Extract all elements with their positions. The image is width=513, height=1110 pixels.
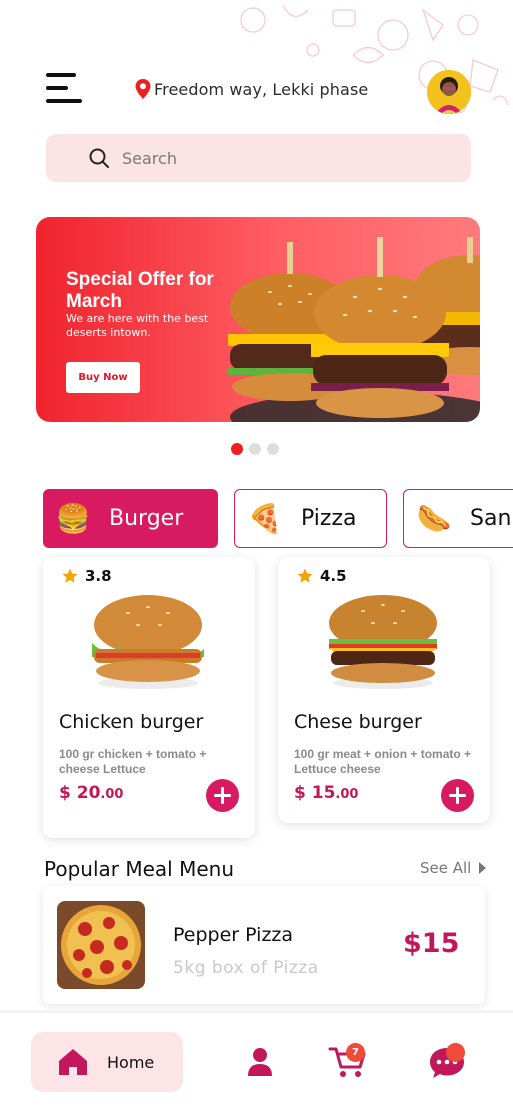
rating: 4.5: [296, 567, 347, 585]
bottom-nav-divider: [0, 1010, 513, 1013]
banner-title: Special Offer for March: [66, 269, 214, 312]
rating-value: 4.5: [320, 567, 347, 585]
location-text: Freedom way, Lekki phase: [154, 79, 369, 99]
banner-subtitle: We are here with the best deserts intown…: [66, 312, 209, 339]
search-input[interactable]: [122, 148, 422, 168]
cart-count-badge: 7: [346, 1043, 365, 1062]
chat-notification-badge: [446, 1043, 465, 1062]
nav-home-label: Home: [107, 1052, 155, 1072]
hamburger-menu-icon: [46, 73, 76, 77]
profile-icon[interactable]: [247, 1047, 273, 1077]
food-price: $ 20.00: [59, 783, 124, 803]
category-burger[interactable]: 🍔 Burger: [43, 489, 218, 548]
carousel-dot[interactable]: [249, 443, 261, 455]
meal-name: Pepper Pizza: [173, 924, 294, 946]
home-icon: [59, 1049, 87, 1075]
food-card[interactable]: 4.5 Chese burger 100 gr meat + onion + t…: [278, 557, 490, 823]
burgers-image: [228, 237, 480, 422]
search-bar[interactable]: [46, 134, 471, 182]
location-selector[interactable]: Freedom way, Lekki phase: [134, 78, 368, 100]
carousel-indicator: [231, 443, 279, 455]
food-name: Chicken burger: [59, 711, 204, 733]
carousel-dot-active[interactable]: [231, 443, 243, 455]
rating: 3.8: [61, 567, 112, 585]
food-description: 100 gr chicken + tomato + cheese Lettuce: [59, 747, 207, 776]
popular-meal-item[interactable]: Pepper Pizza 5kg box of Pizza $15: [43, 886, 485, 1004]
food-price: $ 15.00: [294, 783, 359, 803]
nav-home[interactable]: Home: [31, 1032, 183, 1092]
user-avatar-image: [427, 70, 471, 114]
food-description: 100 gr meat + onion + tomato + Lettuce c…: [294, 747, 472, 776]
category-label: Burger: [109, 506, 184, 531]
avatar[interactable]: [427, 70, 471, 114]
add-to-cart-button[interactable]: [206, 779, 239, 812]
section-title: Popular Meal Menu: [44, 857, 234, 881]
food-name: Chese burger: [294, 711, 422, 733]
meal-subtitle: 5kg box of Pizza: [173, 958, 319, 978]
cheese-burger-image: [329, 595, 437, 689]
star-icon: [297, 568, 313, 583]
add-to-cart-button[interactable]: [441, 779, 474, 812]
food-card[interactable]: 3.8 Chicken burger 100 gr chicken + toma…: [43, 557, 255, 838]
star-icon: [62, 568, 78, 583]
promo-banner[interactable]: Special Offer for March We are here with…: [36, 217, 480, 422]
pizza-icon: 🍕: [247, 502, 283, 535]
category-label: San: [470, 506, 512, 531]
search-icon: [89, 148, 109, 168]
map-pin-icon: [135, 79, 151, 99]
burger-icon: 🍔: [55, 502, 91, 535]
chevron-right-icon: [479, 862, 487, 874]
category-pizza[interactable]: 🍕 Pizza: [234, 489, 387, 548]
chicken-burger-image: [92, 595, 204, 689]
menu-button[interactable]: [44, 70, 84, 110]
category-label: Pizza: [301, 506, 357, 531]
meal-price: $15: [403, 928, 460, 959]
pepperoni-pizza-image: [57, 901, 145, 989]
see-all-link[interactable]: See All: [420, 859, 487, 877]
hotdog-icon: 🌭: [416, 502, 452, 535]
rating-value: 3.8: [85, 567, 112, 585]
category-sandwich[interactable]: 🌭 San: [403, 489, 513, 548]
buy-now-button[interactable]: Buy Now: [66, 362, 140, 393]
carousel-dot[interactable]: [267, 443, 279, 455]
